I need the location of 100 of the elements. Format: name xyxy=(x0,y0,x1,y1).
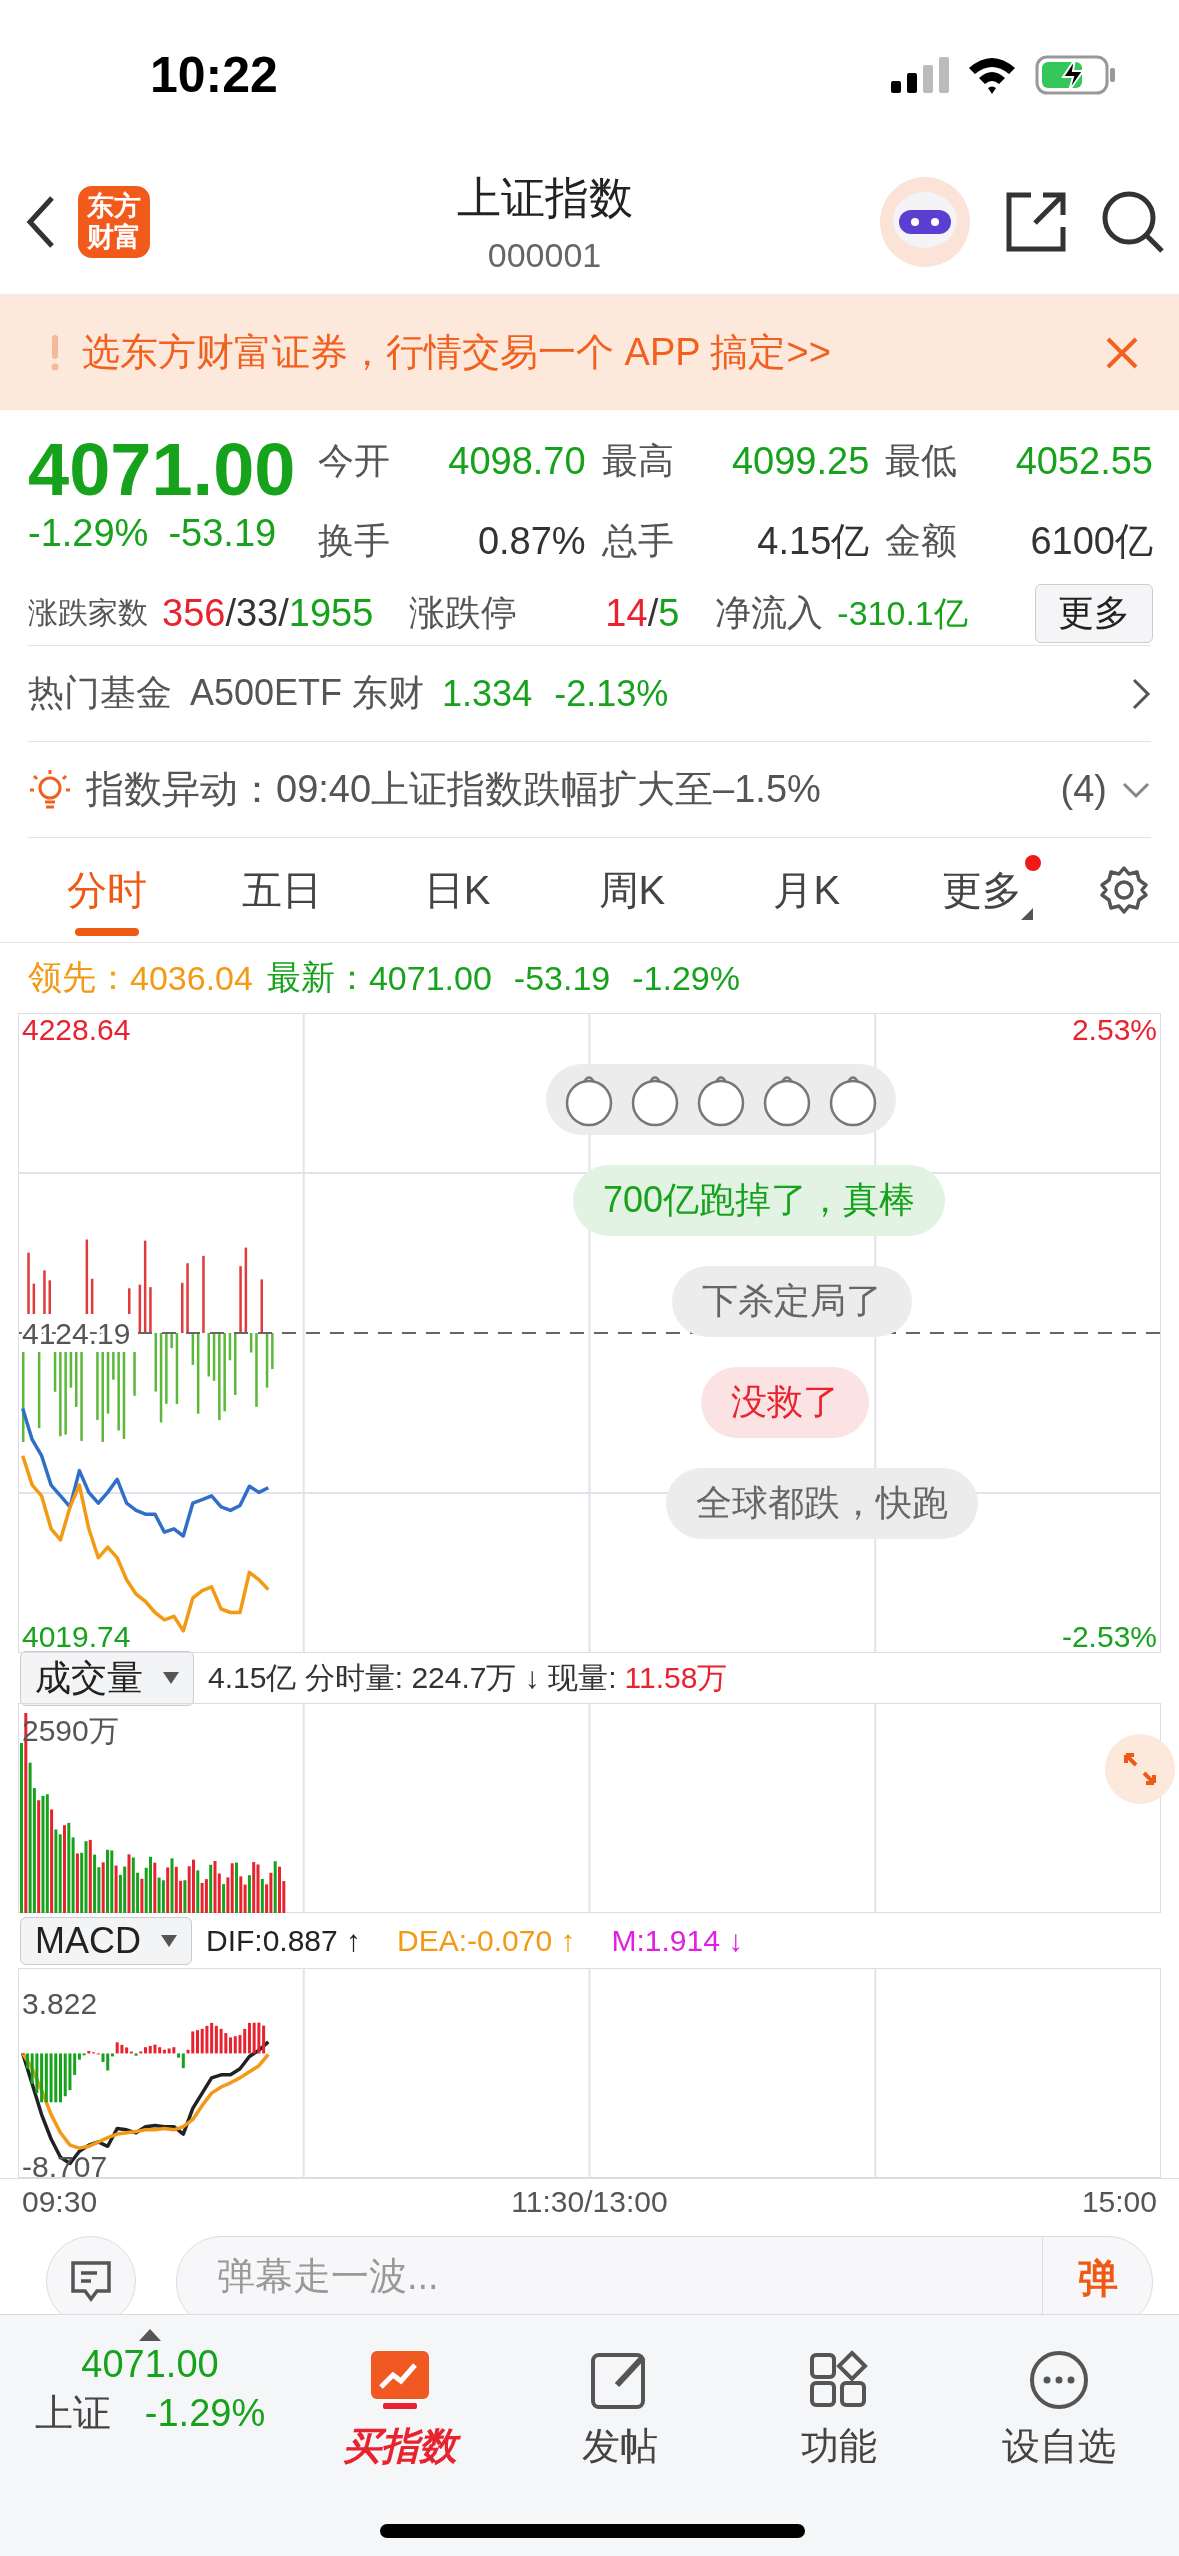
chart-tab[interactable]: 周K xyxy=(544,844,720,936)
nav-item[interactable]: 设自选 xyxy=(949,2329,1169,2556)
legend-label: 最新： xyxy=(266,957,369,998)
comment-bubble: 700亿跑掉了，真棒 xyxy=(573,1165,946,1236)
time-label: 15:00 xyxy=(1081,2184,1157,2219)
axis-label: 2.53% xyxy=(1071,1013,1157,1046)
more-button[interactable]: 更多 xyxy=(1035,584,1153,643)
legend-value: -53.19 xyxy=(513,958,611,998)
breadth-bar xyxy=(75,1352,78,1407)
stat-value: 4098.70 xyxy=(447,440,586,483)
indicator-dropdown[interactable]: MACD xyxy=(20,1916,192,1965)
breadth-bar xyxy=(128,1288,131,1314)
indicator-value: DIF:0.887 ↑ xyxy=(206,1923,362,1958)
breadth-bar xyxy=(239,1266,242,1333)
stat-value: 4099.25 xyxy=(730,440,870,483)
comment-bubble: 全球都跌，快跑 xyxy=(666,1468,978,1539)
indicator-value: DEA:-0.070 ↑ xyxy=(397,1923,576,1958)
breadth-bar xyxy=(175,1333,179,1405)
chevron-right-icon[interactable] xyxy=(1131,676,1151,711)
signal-icon xyxy=(891,57,949,93)
breadth-bar xyxy=(69,1352,73,1388)
share-icon[interactable] xyxy=(1005,191,1067,253)
page-title: 上证指数 xyxy=(456,172,633,224)
breadth-bar xyxy=(96,1352,99,1421)
nav-item[interactable]: 买指数 xyxy=(290,2329,510,2556)
chevron-down-icon[interactable] xyxy=(1121,780,1151,799)
volume-summary: 4.15亿 分时量: 224.7万 ↓ 现量: xyxy=(208,1659,617,1696)
legend-label: 领先： xyxy=(28,957,130,998)
breadth-bar xyxy=(234,1333,237,1395)
axis-label: -8.707 xyxy=(22,2149,108,2178)
breadth-bar xyxy=(260,1279,263,1333)
legend-value: 4071.00 xyxy=(368,958,492,998)
fund-name[interactable]: A500ETF 东财 xyxy=(190,669,425,718)
breadth-bar xyxy=(48,1280,51,1314)
search-icon[interactable] xyxy=(1101,190,1165,254)
battery-charging-icon xyxy=(1035,55,1117,95)
nav-item[interactable]: 功能 xyxy=(729,2329,950,2556)
breadth-bar xyxy=(207,1333,210,1377)
stock-code: 000001 xyxy=(487,236,602,275)
axis-label: 3.822 xyxy=(22,1987,98,2021)
breadth-bar xyxy=(212,1333,216,1381)
breadth-bar xyxy=(165,1333,168,1404)
breadth-bar xyxy=(186,1263,189,1333)
settings-icon[interactable] xyxy=(1098,865,1149,915)
quote-change: -1.29% xyxy=(144,2392,266,2435)
breadth-bar xyxy=(228,1333,232,1361)
change-percent: -1.29% xyxy=(28,512,149,555)
breadth-bar xyxy=(170,1333,173,1349)
nav-item[interactable]: 发帖 xyxy=(509,2329,730,2556)
breadth-bar xyxy=(112,1352,115,1380)
comment-bubble: 下杀定局了 xyxy=(672,1266,912,1337)
stat-label: 净流入 xyxy=(715,591,824,635)
stat-label: 换手 xyxy=(318,519,391,563)
comment-bubble: 没救了 xyxy=(701,1367,869,1438)
stat-value: -310.1亿 xyxy=(837,592,968,634)
alert-icon xyxy=(50,334,60,371)
alert-text[interactable]: 指数异动：09:40上证指数跌幅扩大至–1.5% xyxy=(86,764,1047,815)
chart-tab[interactable]: 月K xyxy=(719,844,895,936)
quote-price: 4071.00 xyxy=(81,2343,219,2386)
fund-label: 热门基金 xyxy=(28,671,172,715)
bulb-icon xyxy=(28,767,72,812)
chart-tab[interactable]: 五日 xyxy=(194,844,370,936)
axis-label: 4019.74 xyxy=(22,1620,131,1653)
breadth-bar xyxy=(106,1352,110,1414)
chart-tab[interactable]: 日K xyxy=(369,844,545,936)
robot-icon[interactable] xyxy=(879,176,971,268)
fund-price: 1.334 xyxy=(442,672,533,715)
stat-label: 涨跌家数 xyxy=(28,595,148,631)
breadth-bar xyxy=(149,1287,152,1333)
stat-value: 6100亿 xyxy=(1029,519,1153,564)
time-label: 09:30 xyxy=(22,2184,98,2219)
legend-value: 4036.04 xyxy=(130,958,253,998)
more-icon xyxy=(1028,2349,1091,2411)
breadth-bar xyxy=(265,1333,269,1388)
change-value: -53.19 xyxy=(168,512,277,555)
wifi-icon xyxy=(967,56,1017,94)
alert-count: (4) xyxy=(1060,768,1107,811)
limit-count: 14/5 xyxy=(605,592,680,635)
chart-tab[interactable]: 更多 xyxy=(894,844,1069,936)
stat-label: 今开 xyxy=(318,439,391,483)
advance-decline-count: 356/33/1955 xyxy=(162,592,374,635)
status-time: 10:22 xyxy=(150,46,278,104)
axis-label: -2.53% xyxy=(1061,1620,1157,1653)
up-caret-icon xyxy=(139,2329,161,2341)
close-icon[interactable] xyxy=(1105,335,1139,370)
axis-label: 4228.64 xyxy=(22,1013,131,1046)
breadth-bar xyxy=(133,1352,136,1396)
breadth-bar xyxy=(154,1333,157,1392)
indicator-dropdown[interactable]: 成交量 xyxy=(20,1650,194,1706)
back-icon[interactable] xyxy=(26,194,56,250)
breadth-bar xyxy=(271,1333,274,1370)
breadth-bar xyxy=(43,1270,46,1314)
breadth-bar xyxy=(53,1352,57,1392)
stat-value: 0.87% xyxy=(476,520,586,563)
stat-label: 最低 xyxy=(885,439,959,483)
breadth-bar xyxy=(181,1282,184,1333)
time-label: 11:30/13:00 xyxy=(511,2184,668,2219)
indicator-value: M:1.914 ↓ xyxy=(611,1923,744,1958)
caret-icon xyxy=(161,1934,177,1947)
stat-value: 4052.55 xyxy=(1014,440,1153,483)
